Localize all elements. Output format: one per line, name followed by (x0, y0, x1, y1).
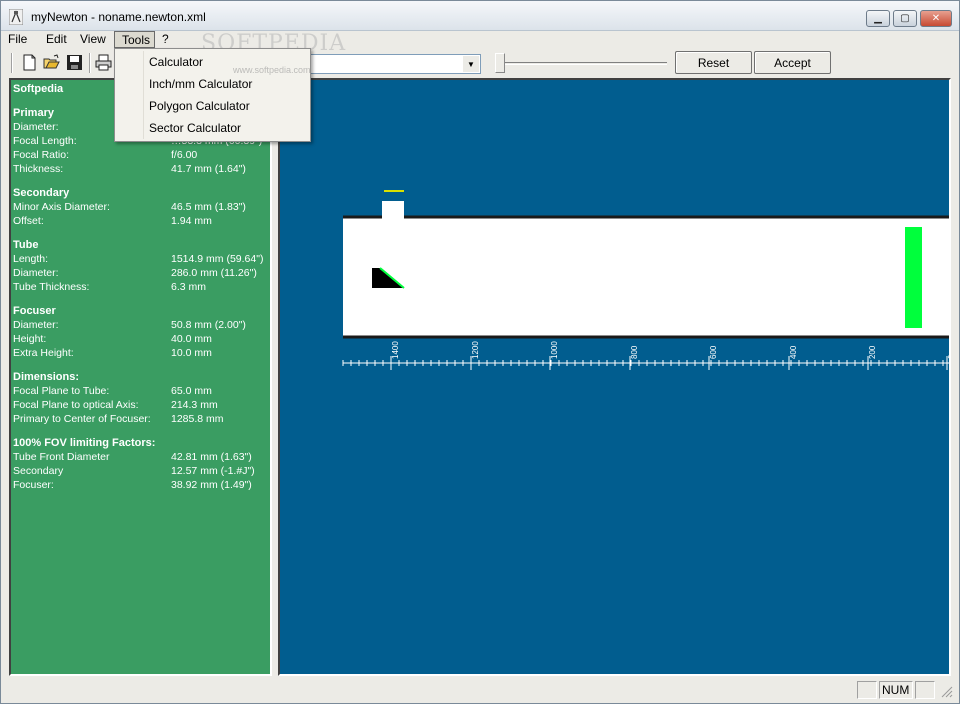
row-label: Diameter: (13, 121, 59, 133)
minimize-button[interactable]: ▁ (866, 10, 890, 27)
row-label: Focal Plane to optical Axis: (13, 399, 139, 411)
row-label: Diameter: (13, 319, 59, 331)
row-value: 286.0 mm (11.26") (171, 267, 257, 279)
row-label: Length: (13, 253, 49, 265)
ruler-label: 1000 (550, 341, 559, 359)
maximize-button[interactable]: ▢ (893, 10, 917, 27)
ruler-label: 0 (947, 354, 949, 359)
menu-gutter (143, 51, 144, 139)
row-value: 41.7 mm (1.64") (171, 163, 246, 175)
menu-file[interactable]: File (1, 31, 39, 48)
tools-menu-dropdown: Calculator Inch/mm Calculator Polygon Ca… (114, 48, 311, 142)
section-heading: Dimensions: (13, 371, 80, 383)
close-button[interactable]: ✕ (920, 10, 952, 27)
ruler-label: 200 (868, 345, 877, 359)
section-heading: 100% FOV limiting Factors: (13, 437, 156, 449)
section-heading: Focuser (13, 305, 56, 317)
row-label: Extra Height: (13, 347, 74, 359)
menu-item-polygon-calculator[interactable]: Polygon Calculator (149, 99, 250, 113)
telescope-drawing-canvas[interactable]: 1400 1200 1000 800 600 400 200 0 (278, 78, 951, 676)
toolbar-separator (89, 53, 91, 73)
status-bar: NUM (1, 678, 959, 703)
status-cell-empty (915, 681, 935, 699)
row-value: 6.3 mm (171, 281, 207, 293)
row-value: 1285.8 mm (171, 413, 224, 425)
row-label: Secondary (13, 465, 64, 477)
row-value: 214.3 mm (171, 399, 218, 411)
menu-item-inch-mm-calculator[interactable]: Inch/mm Calculator (149, 77, 252, 91)
row-value: 1.94 mm (171, 215, 212, 227)
menu-item-calculator[interactable]: Calculator (149, 55, 203, 69)
menu-help[interactable]: ? (155, 31, 175, 48)
open-folder-icon[interactable] (43, 54, 60, 71)
row-value: 50.8 mm (2.00") (171, 319, 246, 331)
accept-button[interactable]: Accept (754, 51, 831, 74)
row-label: Primary to Center of Focuser: (13, 413, 151, 425)
chevron-down-icon[interactable]: ▼ (463, 56, 479, 72)
row-value: 12.57 mm (-1.#J") (171, 465, 255, 477)
row-value: 42.81 mm (1.63") (171, 451, 252, 463)
row-value: 10.0 mm (171, 347, 212, 359)
ruler-label: 1200 (471, 341, 480, 359)
row-value: 38.92 mm (1.49") (171, 479, 252, 491)
slider-thumb[interactable] (495, 53, 505, 73)
menu-tools[interactable]: Tools (114, 31, 155, 48)
row-label: Minor Axis Diameter: (13, 201, 110, 213)
app-window: myNewton - noname.newton.xml ▁ ▢ ✕ SOFTP… (0, 0, 960, 704)
watermark-url: www.softpedia.com (233, 65, 311, 75)
row-label: Height: (13, 333, 47, 345)
ruler-label: 1400 (391, 341, 400, 359)
ruler-label: 800 (630, 345, 639, 359)
app-telescope-icon (9, 9, 23, 25)
row-label: Focuser: (13, 479, 54, 491)
maximize-icon: ▢ (900, 13, 910, 24)
telescope-info-panel: Softpedia Primary Diameter: Focal Length… (9, 78, 272, 676)
primary-mirror-drawing (905, 227, 922, 328)
ruler-label: 400 (789, 345, 798, 359)
print-icon[interactable] (95, 54, 112, 71)
toolbar-separator (11, 53, 13, 73)
row-label: Tube Thickness: (13, 281, 90, 293)
row-label: Focal Ratio: (13, 149, 70, 161)
menu-view[interactable]: View (73, 31, 114, 48)
tube-drawing (343, 216, 949, 338)
save-disk-icon[interactable] (66, 54, 83, 71)
new-file-icon[interactable] (21, 54, 38, 71)
section-heading: Primary (13, 107, 54, 119)
slider-track[interactable] (505, 62, 667, 65)
row-label: Thickness: (13, 163, 64, 175)
close-icon: ✕ (931, 13, 941, 24)
menu-item-sector-calculator[interactable]: Sector Calculator (149, 121, 241, 135)
row-label: Diameter: (13, 267, 59, 279)
window-title: myNewton - noname.newton.xml (31, 10, 206, 24)
row-value: 40.0 mm (171, 333, 212, 345)
telescope-diagram: 1400 1200 1000 800 600 400 200 0 (342, 190, 949, 370)
row-value: 1514.9 mm (59.64") (171, 253, 264, 265)
status-cell-empty (857, 681, 877, 699)
title-bar: myNewton - noname.newton.xml ▁ ▢ ✕ (1, 1, 959, 31)
section-heading: Secondary (13, 187, 70, 199)
row-value: 46.5 mm (1.83") (171, 201, 246, 213)
ruler-labels: 1400 1200 1000 800 600 400 200 0 (391, 341, 949, 359)
row-label: Tube Front Diameter (13, 451, 110, 463)
row-label: Focal Plane to Tube: (13, 385, 110, 397)
minimize-icon: ▁ (874, 13, 882, 24)
row-value: 65.0 mm (171, 385, 212, 397)
resize-grip-icon[interactable] (941, 686, 953, 698)
panel-title: Softpedia (13, 83, 64, 95)
section-heading: Tube (13, 239, 39, 251)
menu-bar: File Edit View Tools ? (1, 31, 959, 48)
row-value: f/6.00 (171, 149, 198, 161)
row-label: Focal Length: (13, 135, 77, 147)
telescope-combo[interactable]: ▼ (307, 54, 481, 74)
menu-edit[interactable]: Edit (39, 31, 73, 48)
row-label: Offset: (13, 215, 44, 227)
status-num-lock: NUM (879, 681, 913, 699)
reset-button[interactable]: Reset (675, 51, 752, 74)
ruler-label: 600 (709, 345, 718, 359)
